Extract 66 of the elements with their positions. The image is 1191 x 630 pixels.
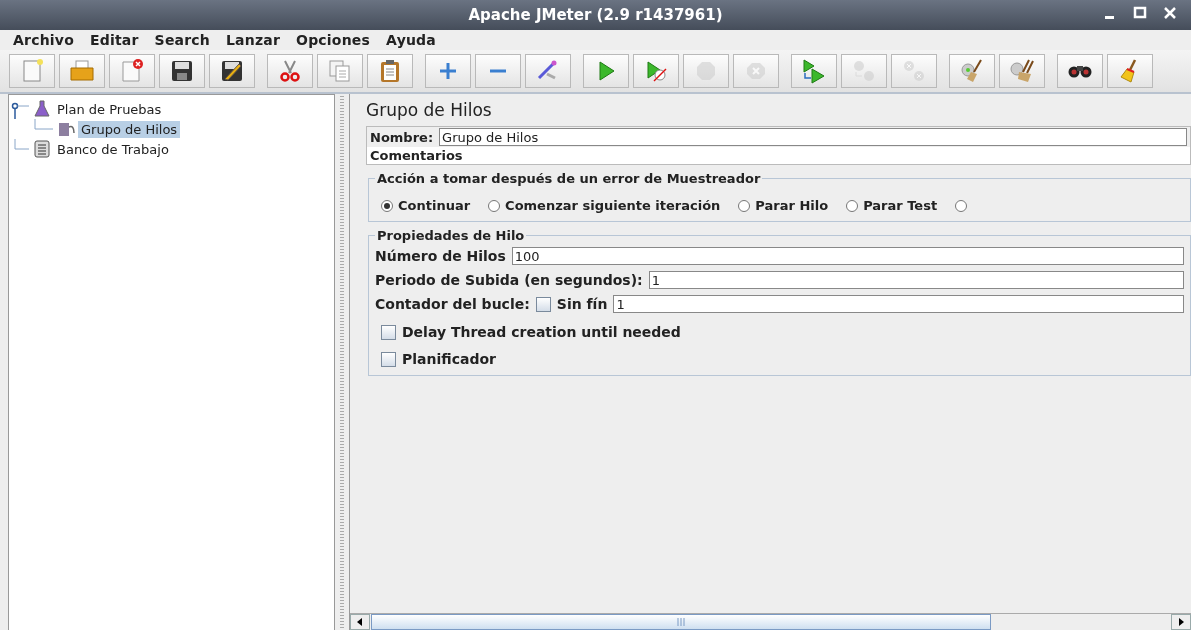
remote-play-icon — [801, 58, 827, 84]
tree-item[interactable]: Banco de Trabajo — [54, 140, 172, 158]
spool-icon — [57, 120, 75, 138]
radio-button[interactable] — [846, 199, 859, 212]
group-title: Acción a tomar después de un error de Muestreador — [376, 171, 762, 186]
checkbox[interactable] — [535, 296, 551, 312]
group-title: Propiedades de Hilo — [376, 228, 526, 243]
maximize-icon[interactable] — [1133, 6, 1147, 20]
menu-item[interactable]: Opciones — [289, 32, 380, 48]
menu-item[interactable]: Lanzar — [219, 32, 290, 48]
radio-button[interactable] — [738, 199, 751, 212]
ramp-up-field[interactable]: 1 — [648, 271, 1184, 289]
right-arrow-icon — [1177, 618, 1185, 626]
radio-label[interactable]: Parar Test — [863, 198, 938, 213]
threads-field[interactable]: 100 — [511, 247, 1184, 265]
field-label: Periodo de Subida (en segundos): — [375, 272, 643, 288]
splitter-handle[interactable] — [340, 96, 344, 628]
window-title: Apache JMeter (2.9 r1437961) — [468, 6, 723, 24]
toolbar-button[interactable] — [1057, 54, 1103, 88]
radio-button[interactable] — [955, 199, 968, 212]
brooms-gear-icon — [1009, 58, 1035, 84]
checkbox[interactable] — [381, 324, 396, 340]
radio-button[interactable] — [381, 199, 393, 212]
menu-item[interactable]: Ayuda — [379, 32, 445, 48]
checkbox-label[interactable]: Sin fín — [556, 296, 608, 312]
scrollbar-thumb[interactable] — [371, 614, 991, 630]
folder-icon — [69, 58, 95, 84]
toolbar-button[interactable] — [159, 54, 205, 88]
tree-item[interactable]: Grupo de Hilos — [78, 120, 181, 138]
close-icon[interactable] — [1163, 6, 1177, 20]
field-label: Número de Hilos — [375, 248, 506, 264]
expanded-handle-icon[interactable] — [11, 102, 30, 119]
copy-icon — [327, 58, 353, 84]
tree-line — [34, 119, 54, 130]
radio-button[interactable] — [488, 199, 501, 212]
radio-label[interactable]: Continuar — [398, 198, 471, 213]
tree-line — [14, 139, 30, 150]
scroll-left-button[interactable] — [350, 614, 370, 630]
name-field[interactable]: Grupo de Hilos — [439, 128, 1187, 146]
scroll-right-button[interactable] — [1171, 614, 1191, 630]
field-label: Nombre: — [370, 129, 434, 145]
checkbox-label[interactable]: Planificador — [402, 351, 496, 367]
left-arrow-icon — [356, 618, 364, 626]
panel-title: Grupo de Hilos — [366, 100, 493, 120]
scissors-icon — [277, 58, 303, 84]
radio-label[interactable]: Comenzar siguiente iteración — [505, 198, 721, 213]
tree-item[interactable]: Plan de Pruebas — [54, 100, 165, 118]
remote-stop-icon — [851, 58, 877, 84]
menu-item[interactable]: Editar — [82, 32, 148, 48]
loop-count-field[interactable]: 1 — [613, 295, 1184, 313]
save-as-icon — [219, 58, 245, 84]
flask-icon — [33, 100, 51, 118]
close-document-icon — [119, 58, 145, 84]
minus-icon — [489, 68, 507, 74]
save-icon — [169, 58, 195, 84]
field-label: Contador del bucle: — [375, 296, 530, 312]
menu-item[interactable]: Search — [147, 32, 219, 48]
radio-label[interactable]: Parar Hilo — [755, 198, 829, 213]
clipboard-icon — [33, 140, 51, 158]
binoculars-icon — [1068, 64, 1092, 78]
checkbox-label[interactable]: Delay Thread creation until needed — [402, 324, 681, 340]
toolbar-button[interactable] — [209, 54, 255, 88]
remote-shutdown-icon — [901, 58, 927, 84]
broom-gear-icon — [959, 58, 985, 84]
menu-item[interactable]: Archivo — [6, 32, 83, 48]
checkbox[interactable] — [381, 351, 396, 367]
